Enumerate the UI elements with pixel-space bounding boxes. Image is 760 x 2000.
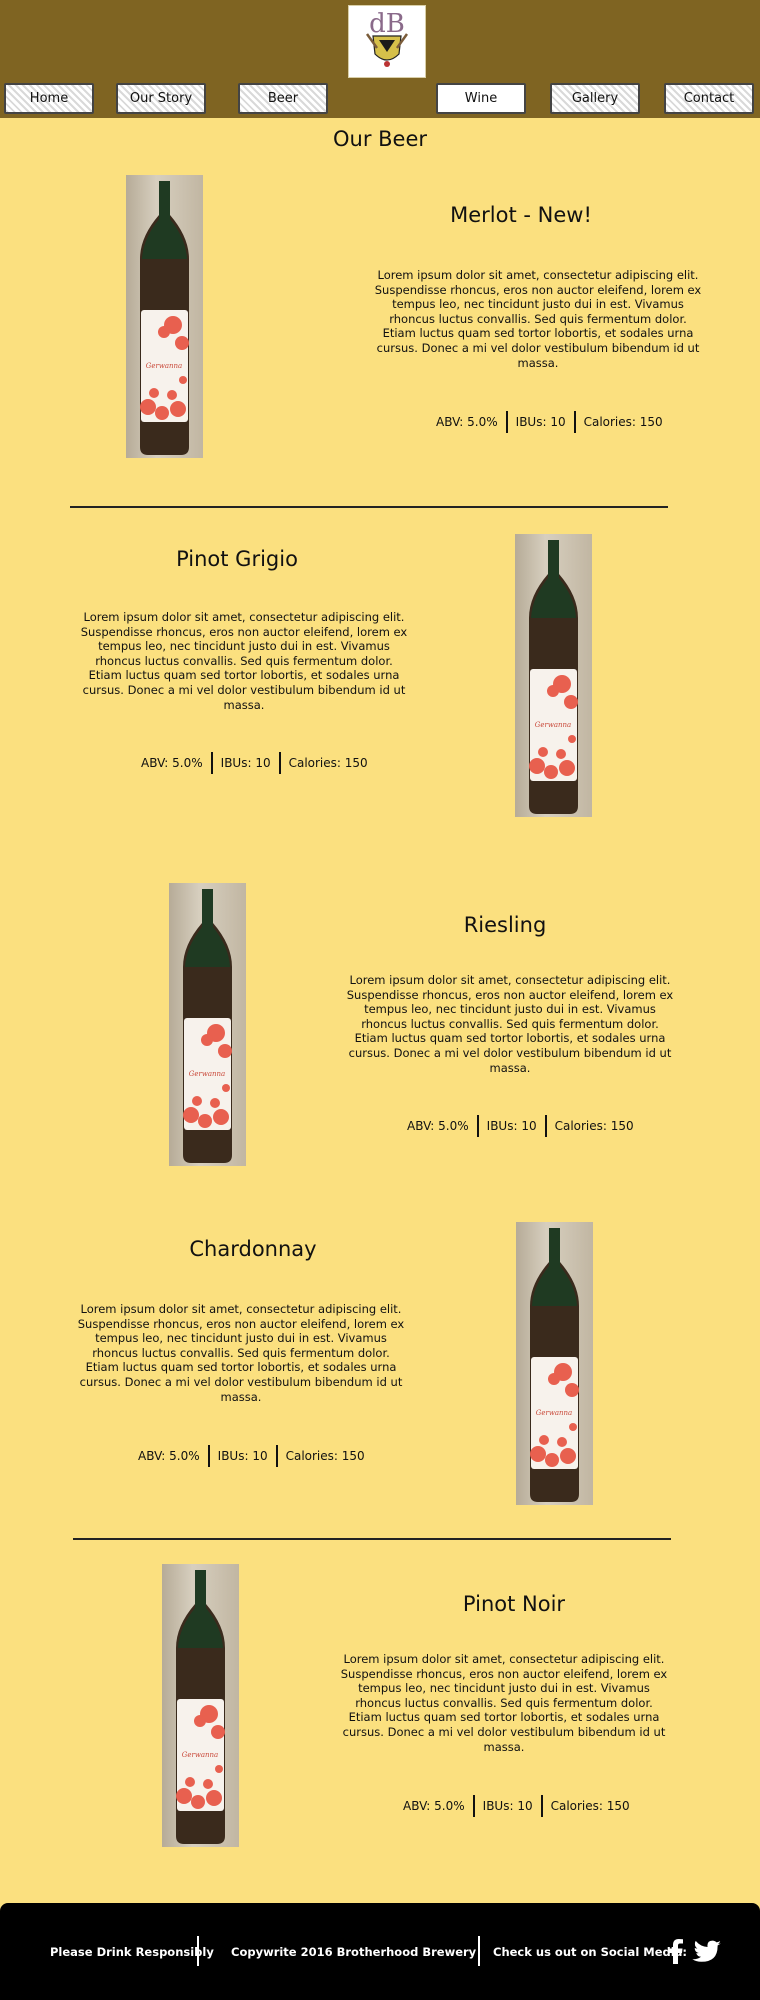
- wine-bottle-icon: Gerwanna: [530, 1228, 579, 1502]
- stats-divider: [278, 752, 281, 774]
- beer-name: Merlot - New!: [450, 203, 592, 227]
- beer-stats: ABV: 5.0% IBUs: 10 Calories: 150: [436, 411, 663, 433]
- stats-divider: [275, 1445, 278, 1467]
- nav-wine[interactable]: Wine: [436, 83, 526, 114]
- beer-description: Lorem ipsum dolor sit amet, consectetur …: [374, 268, 702, 370]
- bottle-label-text: Gerwanna: [536, 1409, 572, 1417]
- footer-divider: [197, 1936, 199, 1966]
- beer-ibus: IBUs: 10: [515, 415, 566, 429]
- nav-our-story[interactable]: Our Story: [116, 83, 206, 114]
- stats-divider: [210, 752, 213, 774]
- brand-logo[interactable]: dB: [348, 5, 426, 78]
- beer-description: Lorem ipsum dolor sit amet, consectetur …: [77, 1302, 405, 1404]
- stats-divider: [540, 1795, 543, 1817]
- twitter-icon[interactable]: [692, 1940, 722, 1968]
- site-footer: Please Drink Responsibly Copywrite 2016 …: [0, 1903, 760, 2000]
- stats-divider: [505, 411, 508, 433]
- copyright-text: Copywrite 2016 Brotherhood Brewery: [231, 1945, 477, 1959]
- beer-bottle-image: Gerwanna: [126, 175, 203, 458]
- nav-home-label: Home: [29, 91, 69, 106]
- beer-name: Riesling: [463, 913, 547, 937]
- beer-abv: ABV: 5.0%: [407, 1119, 469, 1133]
- beer-stats: ABV: 5.0% IBUs: 10 Calories: 150: [403, 1795, 630, 1817]
- page-title: Our Beer: [332, 127, 428, 151]
- nav-gallery[interactable]: Gallery: [550, 83, 640, 114]
- beer-calories: Calories: 150: [285, 1449, 365, 1463]
- beer-abv: ABV: 5.0%: [141, 756, 203, 770]
- beer-bottle-image: Gerwanna: [162, 1564, 239, 1847]
- beer-stats: ABV: 5.0% IBUs: 10 Calories: 150: [407, 1115, 634, 1137]
- section-divider: [73, 1538, 671, 1540]
- nav-wine-label: Wine: [464, 91, 498, 106]
- wine-bottle-icon: Gerwanna: [176, 1570, 225, 1844]
- beer-stats: ABV: 5.0% IBUs: 10 Calories: 150: [141, 752, 368, 774]
- section-divider: [70, 506, 668, 508]
- social-prompt-text: Check us out on Social Media:: [493, 1945, 688, 1959]
- brotherhood-logo-icon: dB: [365, 9, 409, 67]
- bottle-label-text: Gerwanna: [182, 1751, 218, 1759]
- beer-calories: Calories: 150: [554, 1119, 634, 1133]
- wine-bottle-icon: Gerwanna: [183, 889, 232, 1163]
- facebook-icon[interactable]: [668, 1938, 684, 1968]
- beer-abv: ABV: 5.0%: [138, 1449, 200, 1463]
- beer-calories: Calories: 150: [583, 415, 663, 429]
- stats-divider: [207, 1445, 210, 1467]
- stats-divider: [476, 1115, 479, 1137]
- nav-beer-label: Beer: [267, 91, 299, 106]
- stats-divider: [544, 1115, 547, 1137]
- stats-divider: [573, 411, 576, 433]
- beer-name: Chardonnay: [189, 1237, 317, 1261]
- beer-abv: ABV: 5.0%: [436, 415, 498, 429]
- logo-letters: dB: [369, 9, 405, 39]
- bottle-label-text: Gerwanna: [189, 1070, 225, 1078]
- nav-home[interactable]: Home: [4, 83, 94, 114]
- nav-contact-label: Contact: [683, 91, 735, 106]
- beer-ibus: IBUs: 10: [482, 1799, 533, 1813]
- beer-ibus: IBUs: 10: [220, 756, 271, 770]
- footer-divider: [478, 1936, 480, 1966]
- wine-bottle-icon: Gerwanna: [529, 540, 578, 814]
- beer-description: Lorem ipsum dolor sit amet, consectetur …: [80, 610, 408, 712]
- bottle-label-text: Gerwanna: [146, 362, 182, 370]
- nav-gallery-label: Gallery: [571, 91, 619, 106]
- stats-divider: [472, 1795, 475, 1817]
- beer-bottle-image: Gerwanna: [516, 1222, 593, 1505]
- beer-calories: Calories: 150: [550, 1799, 630, 1813]
- wine-bottle-icon: Gerwanna: [140, 181, 189, 455]
- drink-responsibly-text: Please Drink Responsibly: [50, 1945, 214, 1959]
- beer-abv: ABV: 5.0%: [403, 1799, 465, 1813]
- beer-bottle-image: Gerwanna: [169, 883, 246, 1166]
- bottle-label-text: Gerwanna: [535, 721, 571, 729]
- beer-ibus: IBUs: 10: [217, 1449, 268, 1463]
- beer-calories: Calories: 150: [288, 756, 368, 770]
- beer-name: Pinot Noir: [462, 1592, 566, 1616]
- beer-description: Lorem ipsum dolor sit amet, consectetur …: [346, 973, 674, 1075]
- nav-beer[interactable]: Beer: [238, 83, 328, 114]
- beer-bottle-image: Gerwanna: [515, 534, 592, 817]
- beer-description: Lorem ipsum dolor sit amet, consectetur …: [340, 1652, 668, 1754]
- beer-ibus: IBUs: 10: [486, 1119, 537, 1133]
- site-header: dB Home Our Story Beer Wine Gallery Cont…: [0, 0, 760, 118]
- beer-stats: ABV: 5.0% IBUs: 10 Calories: 150: [138, 1445, 365, 1467]
- nav-contact[interactable]: Contact: [664, 83, 754, 114]
- nav-our-story-label: Our Story: [129, 91, 193, 106]
- beer-name: Pinot Grigio: [176, 547, 298, 571]
